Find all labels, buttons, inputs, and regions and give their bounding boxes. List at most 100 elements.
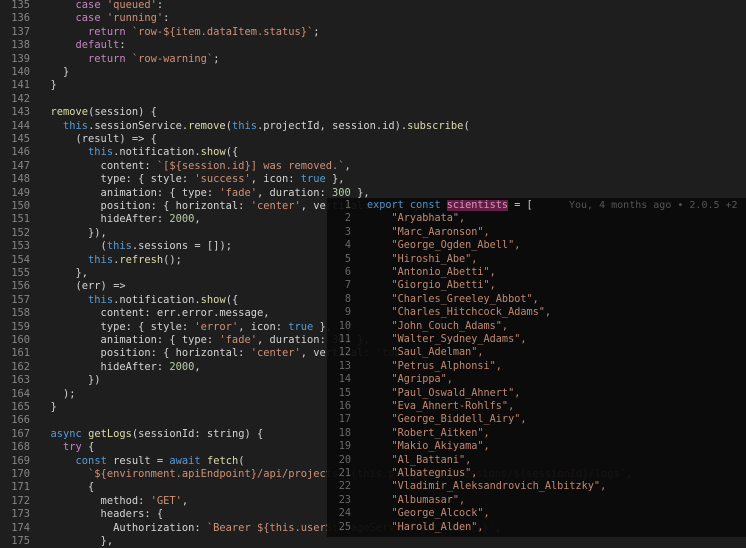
overlay-code-line[interactable]: 13 "Petrus_Alphonsi", bbox=[327, 360, 746, 373]
line-number: 155 bbox=[11, 267, 30, 279]
line-text: animation: { type: 'fade', duration: 300… bbox=[38, 186, 370, 199]
line-number: 158 bbox=[11, 307, 30, 320]
overlay-line-number: 4 bbox=[344, 240, 351, 252]
overlay-code-line[interactable]: 7 "Giorgio_Abetti", bbox=[327, 279, 746, 292]
line-text: case 'running': bbox=[75, 12, 170, 25]
line-number: 149 bbox=[11, 186, 30, 199]
code-line[interactable]: 137 return `row-${item.dataItem.status}`… bbox=[0, 26, 746, 39]
overlay-code-line[interactable]: 12 "Saul_Adelman", bbox=[327, 346, 746, 359]
overlay-line-text: "Aryabhata", bbox=[367, 213, 466, 225]
overlay-line-number: 16 bbox=[338, 401, 351, 412]
overlay-line-text: "Charles_Greeley_Abbot", bbox=[367, 293, 539, 305]
overlay-line-number: 23 bbox=[338, 494, 351, 506]
overlay-code-line[interactable]: 21 "Albategnius", bbox=[327, 467, 746, 480]
overlay-line-number: 17 bbox=[338, 414, 351, 426]
code-line[interactable]: 148 type: { style: 'success', icon: true… bbox=[0, 173, 746, 186]
line-text: case 'queued': bbox=[75, 0, 164, 11]
overlay-code-line[interactable]: 25 "Harold_Alden", bbox=[327, 521, 746, 534]
line-number: 169 bbox=[11, 454, 30, 467]
code-line[interactable]: 140 } bbox=[0, 66, 746, 79]
code-line[interactable]: 141 } bbox=[0, 79, 746, 92]
line-text: hideAfter: 2000, bbox=[38, 360, 201, 373]
code-line[interactable]: 136 case 'running': bbox=[0, 12, 746, 25]
line-text: hideAfter: 2000, bbox=[38, 213, 201, 226]
code-line[interactable]: 135 case 'queued': bbox=[0, 0, 746, 12]
overlay-code-line[interactable]: 10 "John_Couch_Adams", bbox=[327, 320, 746, 333]
code-line[interactable]: 147 content: `[${session.id}] was remove… bbox=[0, 160, 746, 173]
overlay-code-line[interactable]: 22 "Vladimir_Aleksandrovich_Albitzky", bbox=[327, 480, 746, 493]
line-text: const result = await fetch( bbox=[75, 454, 245, 467]
overlay-code-line[interactable]: 14 "Agrippa", bbox=[327, 373, 746, 386]
overlay-line-number: 15 bbox=[338, 387, 351, 399]
line-number: 146 bbox=[11, 146, 30, 159]
line-number: 154 bbox=[11, 253, 30, 266]
line-number: 159 bbox=[11, 320, 30, 333]
overlay-code-line[interactable]: 5 "Hiroshi_Abe", bbox=[327, 253, 746, 266]
code-line[interactable]: 142 bbox=[0, 93, 746, 106]
overlay-code-line[interactable]: 1 export const scientists = [You, 4 month… bbox=[327, 199, 746, 212]
overlay-code-line[interactable]: 16 "Eva_Ahnert-Rohlfs", bbox=[327, 400, 746, 413]
scientists-code-overlay[interactable]: 1 export const scientists = [You, 4 month… bbox=[327, 198, 746, 537]
code-line[interactable]: 139 return `row-warning`; bbox=[0, 53, 746, 66]
line-text: this.refresh(); bbox=[88, 253, 182, 266]
overlay-line-number: 10 bbox=[338, 320, 351, 332]
overlay-code-line[interactable]: 2 "Aryabhata", bbox=[327, 212, 746, 225]
code-line[interactable]: 138 default: bbox=[0, 39, 746, 52]
line-number: 140 bbox=[11, 66, 30, 78]
line-text: }), bbox=[38, 226, 107, 239]
overlay-code-line[interactable]: 19 "Makio_Akiyama", bbox=[327, 440, 746, 453]
line-number: 167 bbox=[11, 427, 30, 440]
overlay-line-number: 3 bbox=[344, 226, 351, 238]
overlay-line-number: 21 bbox=[338, 468, 351, 479]
overlay-code-line[interactable]: 24 "George_Alcock", bbox=[327, 507, 746, 520]
line-number: 173 bbox=[11, 508, 30, 521]
line-number: 160 bbox=[11, 334, 30, 346]
overlay-line-text: "George_Biddell_Airy", bbox=[367, 414, 527, 426]
export-keyword: export const bbox=[367, 200, 447, 211]
overlay-code-line[interactable]: 9 "Charles_Hitchcock_Adams", bbox=[327, 306, 746, 319]
overlay-line-text: "Makio_Akiyama", bbox=[367, 441, 490, 453]
line-text: content: err.error.message, bbox=[38, 307, 270, 320]
line-text: (result) => { bbox=[38, 133, 157, 145]
line-number: 168 bbox=[11, 441, 30, 454]
line-text: } bbox=[38, 66, 70, 78]
overlay-line-text: export const scientists = [ bbox=[367, 200, 533, 211]
overlay-code-line[interactable]: 23 "Albumasar", bbox=[327, 494, 746, 507]
line-number: 151 bbox=[11, 213, 30, 226]
line-number: 152 bbox=[11, 226, 30, 239]
overlay-line-text: "Giorgio_Abetti", bbox=[367, 280, 496, 292]
overlay-line-text: "Hiroshi_Abe", bbox=[367, 253, 478, 265]
overlay-line-number: 2 bbox=[344, 213, 351, 225]
line-number: 137 bbox=[11, 25, 30, 38]
overlay-line-number: 18 bbox=[338, 427, 351, 439]
overlay-line-text: "George_Alcock", bbox=[367, 508, 490, 520]
overlay-code-line[interactable]: 3 "Marc_Aaronson", bbox=[327, 226, 746, 239]
line-text: { bbox=[38, 481, 95, 494]
line-number: 135 bbox=[11, 0, 30, 11]
overlay-line-text: "Paul_Oswald_Ahnert", bbox=[367, 387, 521, 399]
overlay-line-number: 19 bbox=[338, 441, 351, 453]
overlay-code-line[interactable]: 11 "Walter_Sydney_Adams", bbox=[327, 333, 746, 346]
overlay-line-text: "Vladimir_Aleksandrovich_Albitzky", bbox=[367, 481, 607, 493]
overlay-code-line[interactable]: 18 "Robert_Aitken", bbox=[327, 427, 746, 440]
line-text: content: `[${session.id}] was removed.`, bbox=[38, 159, 351, 172]
overlay-line-number: 9 bbox=[344, 307, 351, 319]
line-text: type: { style: 'error', icon: true }, bbox=[38, 320, 333, 333]
code-line[interactable]: 145 (result) => { bbox=[0, 133, 746, 146]
code-line[interactable]: 143 remove(session) { bbox=[0, 106, 746, 119]
overlay-code-line[interactable]: 6 "Antonio_Abetti", bbox=[327, 266, 746, 279]
line-text: remove(session) { bbox=[50, 106, 157, 119]
line-number: 153 bbox=[11, 240, 30, 253]
overlay-code-line[interactable]: 17 "George_Biddell_Airy", bbox=[327, 413, 746, 426]
overlay-code-line[interactable]: 8 "Charles_Greeley_Abbot", bbox=[327, 293, 746, 306]
overlay-code-line[interactable]: 15 "Paul_Oswald_Ahnert", bbox=[327, 387, 746, 400]
overlay-code-line[interactable]: 4 "George_Ogden_Abell", bbox=[327, 239, 746, 252]
line-number: 163 bbox=[11, 374, 30, 387]
overlay-code-line[interactable]: 20 "Al_Battani", bbox=[327, 454, 746, 467]
overlay-line-number: 1 bbox=[344, 200, 351, 211]
line-number: 170 bbox=[11, 468, 30, 480]
code-line[interactable]: 146 this.notification.show({ bbox=[0, 146, 746, 159]
overlay-line-number: 12 bbox=[338, 347, 351, 359]
line-text: type: { style: 'success', icon: true }, bbox=[38, 173, 345, 186]
code-line[interactable]: 144 this.sessionService.remove(this.proj… bbox=[0, 120, 746, 133]
